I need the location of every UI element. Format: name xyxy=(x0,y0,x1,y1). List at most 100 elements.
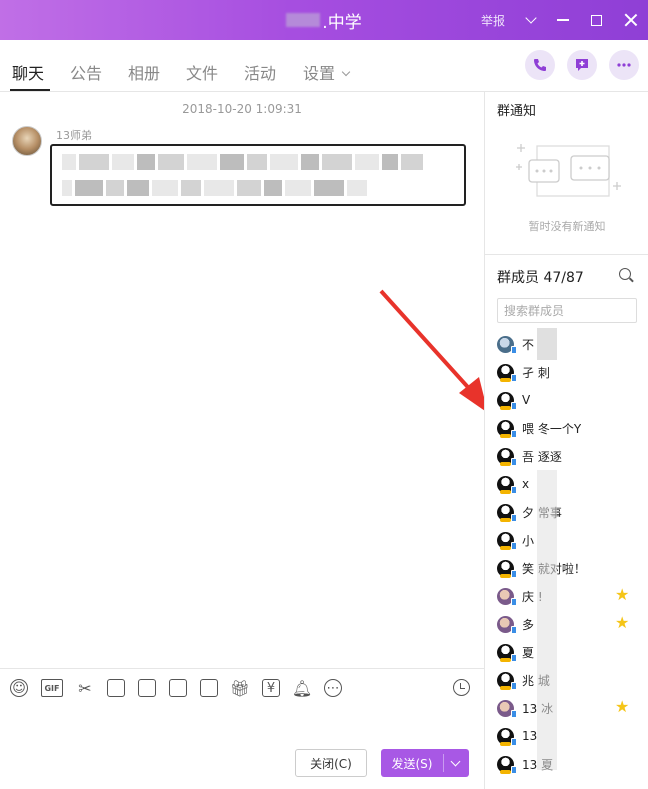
group-notice-title: 群通知 xyxy=(497,104,537,119)
star-icon: ★ xyxy=(615,585,630,604)
report-button[interactable]: 举报 xyxy=(481,12,505,29)
bell-icon[interactable]: 🔔︎ xyxy=(292,679,312,698)
chevron-down-icon[interactable] xyxy=(450,756,461,766)
members-title: 群成员 47/87 xyxy=(497,270,584,286)
tab-bar: 聊天 公告 相册 文件 活动 设置 xyxy=(0,40,648,92)
list-item[interactable]: 13 冰★ xyxy=(497,694,647,722)
add-chat-icon xyxy=(576,59,588,71)
close-icon[interactable] xyxy=(624,13,638,27)
close-button[interactable]: 关闭(C) xyxy=(295,749,367,777)
more-button[interactable] xyxy=(609,50,639,80)
member-name: 不 xyxy=(522,337,535,352)
member-name: 夏 xyxy=(522,645,535,660)
avatar xyxy=(497,727,517,746)
list-item[interactable]: 夕 常事 xyxy=(497,498,647,526)
avatar xyxy=(497,755,517,774)
list-item[interactable]: 不 xyxy=(497,330,647,358)
tab-album[interactable]: 相册 xyxy=(128,60,160,84)
avatar xyxy=(497,391,517,410)
list-item[interactable]: 夏 xyxy=(497,638,647,666)
window-title-text: .中学 xyxy=(322,12,362,33)
list-item[interactable]: x xyxy=(497,470,647,498)
avatar xyxy=(497,559,517,578)
avatar xyxy=(497,447,517,466)
star-icon: ★ xyxy=(615,613,630,632)
message-bubble[interactable] xyxy=(50,144,466,206)
pixelated-text xyxy=(62,154,454,170)
list-item[interactable]: 庆 ! ★ xyxy=(497,582,647,610)
gif-icon[interactable]: GIF xyxy=(41,679,63,697)
list-item[interactable]: 13 xyxy=(497,722,647,750)
tab-chat[interactable]: 聊天 xyxy=(12,60,44,84)
avatar xyxy=(497,671,517,690)
shake-icon[interactable] xyxy=(138,679,156,697)
member-name: x xyxy=(522,477,530,491)
member-name: V xyxy=(522,393,531,407)
active-tab-indicator xyxy=(10,89,50,91)
title-bar: .中学 举报 xyxy=(0,0,648,40)
annotation-arrow xyxy=(379,289,488,413)
avatar xyxy=(497,531,517,550)
list-item[interactable]: 小 xyxy=(497,526,647,554)
tab-activities[interactable]: 活动 xyxy=(244,60,276,84)
search-icon[interactable] xyxy=(619,268,631,280)
minimize-icon[interactable] xyxy=(557,19,569,21)
avatar xyxy=(497,475,517,494)
list-item[interactable]: 13 夏 xyxy=(497,750,647,778)
chevron-down-icon xyxy=(341,67,351,77)
avatar xyxy=(497,643,517,662)
red-packet-icon[interactable]: ¥ xyxy=(262,679,280,697)
more-icon xyxy=(617,63,631,67)
window-controls: 举报 xyxy=(481,0,638,40)
tab-files[interactable]: 文件 xyxy=(186,60,218,84)
emoji-icon[interactable]: ☺ xyxy=(10,679,28,697)
list-item[interactable]: 吾 逐逐 xyxy=(497,442,647,470)
list-item[interactable]: 喂 冬一个Y xyxy=(497,414,647,442)
avatar xyxy=(497,615,517,634)
tab-settings-label: 设置 xyxy=(303,64,336,83)
member-name: 喂 冬一个Y xyxy=(522,421,582,436)
star-icon: ★ xyxy=(615,697,630,716)
avatar xyxy=(497,419,517,438)
avatar xyxy=(497,335,517,354)
group-sidebar: 群通知 暂时没有新通知 群成员 47/87 不 孑 刺 V 喂 冬一个Y 吾 逐… xyxy=(484,92,648,789)
history-icon[interactable] xyxy=(453,679,470,696)
phone-icon xyxy=(534,59,546,71)
member-name: 小 xyxy=(522,533,535,548)
pixelated-text xyxy=(62,180,454,196)
list-item[interactable]: 笑 就对啦！ xyxy=(497,554,647,582)
send-button[interactable]: 发送(S) xyxy=(381,749,469,777)
empty-notice-illustration xyxy=(516,144,621,197)
gift-icon[interactable]: 🎁︎ xyxy=(230,679,250,698)
send-divider xyxy=(443,754,444,772)
voice-call-button[interactable] xyxy=(525,50,555,80)
no-notice-text: 暂时没有新通知 xyxy=(528,220,606,233)
member-name: 吾 逐逐 xyxy=(522,449,562,464)
list-item[interactable]: 多 ★ xyxy=(497,610,647,638)
maximize-icon[interactable] xyxy=(591,14,602,26)
more-tools-icon[interactable]: ⋯ xyxy=(324,679,342,697)
avatar[interactable] xyxy=(12,126,42,156)
photo-booth-icon[interactable] xyxy=(200,679,218,697)
sender-name[interactable]: 13师弟 xyxy=(56,127,92,143)
folder-icon[interactable] xyxy=(107,679,125,697)
message-composer[interactable]: ☺ GIF ✂ 🎁︎ ¥ 🔔︎ ⋯ 关闭(C) 发送(S) xyxy=(0,668,484,789)
avatar xyxy=(497,503,517,522)
list-item[interactable]: V xyxy=(497,386,647,414)
list-item[interactable]: 孑 刺 xyxy=(497,358,647,386)
chevron-down-icon[interactable] xyxy=(525,12,537,24)
member-name: 13 xyxy=(522,729,538,743)
scissors-icon[interactable]: ✂ xyxy=(76,679,94,698)
member-name: 多 xyxy=(522,617,535,632)
avatar xyxy=(497,363,517,382)
list-item[interactable]: 兆 城 xyxy=(497,666,647,694)
image-icon[interactable] xyxy=(169,679,187,697)
member-search-input[interactable] xyxy=(497,298,637,323)
title-redaction xyxy=(286,13,321,27)
add-chat-button[interactable] xyxy=(567,50,597,80)
divider xyxy=(485,254,648,255)
tab-announcement[interactable]: 公告 xyxy=(70,60,102,84)
tab-settings[interactable]: 设置 xyxy=(303,60,351,84)
message-timestamp: 2018-10-20 1:09:31 xyxy=(182,102,302,116)
name-redaction xyxy=(537,470,557,770)
